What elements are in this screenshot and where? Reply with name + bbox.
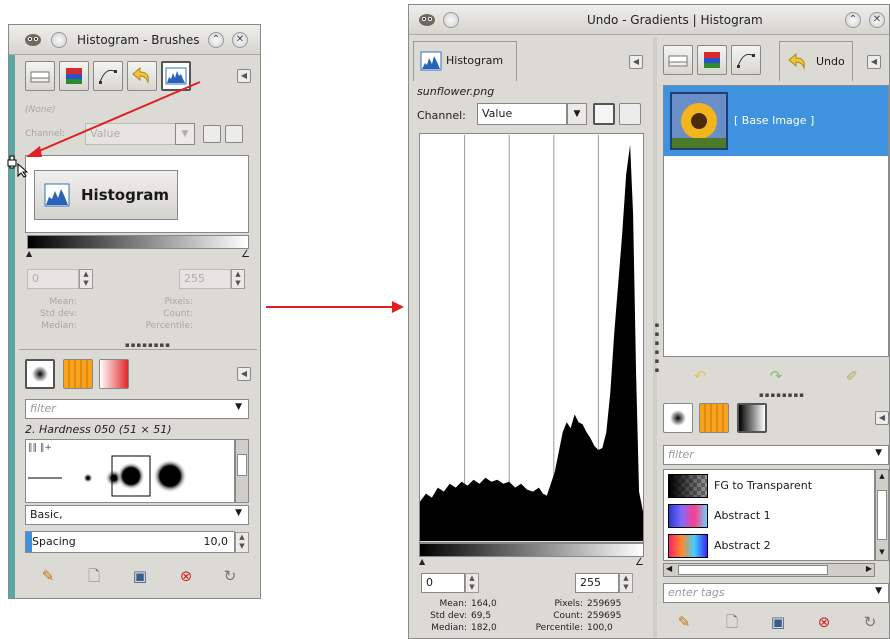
- vertical-pane-grip[interactable]: ▪▪▪▪▪▪: [653, 321, 661, 375]
- refresh-gradients-icon[interactable]: ↻: [859, 611, 881, 633]
- brushes-tab-icon[interactable]: [663, 403, 693, 433]
- gradient-item[interactable]: FG to Transparent: [664, 472, 874, 500]
- gradient-swatch-abstract-2: [668, 534, 708, 558]
- gradient-name: Abstract 2: [714, 539, 771, 552]
- gradients-vscrollbar[interactable]: ▲ ▼: [875, 469, 889, 561]
- histogram-image-name: sunflower.png: [417, 85, 495, 98]
- gradients-tab-menu-button[interactable]: ◀: [875, 411, 889, 425]
- histogram-tab-menu-button[interactable]: ◀: [629, 55, 643, 69]
- histogram-slider-right[interactable]: ∠: [635, 557, 644, 568]
- histogram-channel-select[interactable]: Value: [477, 103, 567, 125]
- stat-count-label: Count:: [553, 611, 583, 621]
- histogram-channel-dropdown-arrow[interactable]: ▼: [567, 103, 587, 125]
- layers-tab-icon[interactable]: [663, 45, 693, 75]
- tab-histogram[interactable]: Histogram: [413, 41, 517, 81]
- gimp-icon: [419, 14, 435, 26]
- undo-item-label: [ Base Image ]: [734, 114, 815, 127]
- tab-undo-label: Undo: [816, 55, 845, 68]
- linear-histogram-button[interactable]: [593, 103, 615, 125]
- gradients-filter-input[interactable]: filter ▼: [663, 445, 889, 465]
- right-pane-separator-grip[interactable]: ▪▪▪▪▪▪▪▪: [759, 391, 805, 399]
- histogram-plot[interactable]: [419, 133, 644, 543]
- undo-history-list: [ Base Image ]: [663, 85, 889, 357]
- stat-pixels-value: 259695: [587, 599, 622, 609]
- edit-gradient-icon[interactable]: ✎: [673, 611, 695, 633]
- stat-percentile-label: Percentile:: [535, 623, 583, 633]
- histogram-value-gradient: [419, 543, 644, 557]
- gradient-item[interactable]: Abstract 1: [664, 502, 874, 530]
- histogram-range-min[interactable]: 0: [421, 573, 465, 593]
- stat-mean-value: 164,0: [471, 599, 497, 609]
- right-window-title: Undo - Gradients | Histogram: [587, 13, 763, 27]
- histogram-range-max[interactable]: 255: [575, 573, 619, 593]
- undo-tab-menu-button[interactable]: ◀: [867, 55, 881, 69]
- right-menu-button[interactable]: [443, 12, 459, 28]
- gradient-swatch-abstract-1: [668, 504, 708, 528]
- gradients-hscrollbar[interactable]: ◀ ▶: [663, 563, 875, 577]
- gradients-list: FG to Transparent Abstract 1 Abstract 2: [663, 469, 875, 561]
- clear-history-icon[interactable]: ✐: [841, 365, 863, 387]
- patterns-tab-icon[interactable]: [699, 403, 729, 433]
- gradients-filter-placeholder: filter: [668, 448, 694, 461]
- gradients-tag-placeholder: enter tags: [668, 586, 725, 599]
- gradient-item[interactable]: Abstract 2: [664, 532, 874, 560]
- log-histogram-button[interactable]: [619, 103, 641, 125]
- histogram-slider-left[interactable]: ▲: [419, 557, 425, 566]
- undo-gradients-histogram-window: Undo - Gradients | Histogram ⌃ ✕ Histogr…: [408, 4, 890, 639]
- undo-tab-icon: [788, 52, 805, 70]
- tab-undo[interactable]: Undo: [779, 41, 853, 81]
- gradients-tab-icon[interactable]: [737, 403, 767, 433]
- channels-tab-icon[interactable]: [697, 45, 727, 75]
- stat-mean-label: Mean:: [439, 599, 467, 609]
- stat-count-value: 259695: [587, 611, 622, 621]
- histogram-tab-icon: [420, 51, 442, 71]
- stat-stddev-label: Std dev:: [430, 611, 467, 621]
- gradients-filter-dropdown-arrow[interactable]: ▼: [875, 448, 882, 458]
- delete-gradient-icon[interactable]: ⊗: [813, 611, 835, 633]
- stat-percentile-value: 100,0: [587, 623, 613, 633]
- gradients-tag-dropdown-arrow[interactable]: ▼: [875, 586, 882, 596]
- stat-median-value: 182,0: [471, 623, 497, 633]
- gradient-name: Abstract 1: [714, 509, 771, 522]
- undo-thumbnail: [670, 92, 728, 150]
- stat-median-label: Median:: [431, 623, 467, 633]
- new-gradient-icon[interactable]: 🗋: [721, 611, 743, 633]
- stat-pixels-label: Pixels:: [554, 599, 583, 609]
- undo-icon[interactable]: ↶: [689, 365, 711, 387]
- right-maximize-button[interactable]: ⌃: [845, 12, 861, 28]
- gradient-swatch-fg-transparent: [668, 474, 708, 498]
- right-close-button[interactable]: ✕: [869, 12, 885, 28]
- tab-histogram-label: Histogram: [446, 54, 504, 67]
- paths-tab-icon[interactable]: [731, 45, 761, 75]
- histogram-range-max-spin[interactable]: ▲ ▼: [619, 573, 633, 593]
- gradient-name: FG to Transparent: [714, 479, 813, 492]
- right-titlebar: Undo - Gradients | Histogram ⌃ ✕: [409, 5, 889, 35]
- duplicate-gradient-icon[interactable]: ▣: [767, 611, 789, 633]
- histogram-curve: [420, 144, 643, 542]
- gradients-tag-input[interactable]: enter tags ▼: [663, 583, 889, 603]
- redo-icon[interactable]: ↷: [765, 365, 787, 387]
- histogram-channel-label: Channel:: [417, 109, 466, 122]
- histogram-range-min-spin[interactable]: ▲ ▼: [465, 573, 479, 593]
- stat-stddev-value: 69,5: [471, 611, 492, 621]
